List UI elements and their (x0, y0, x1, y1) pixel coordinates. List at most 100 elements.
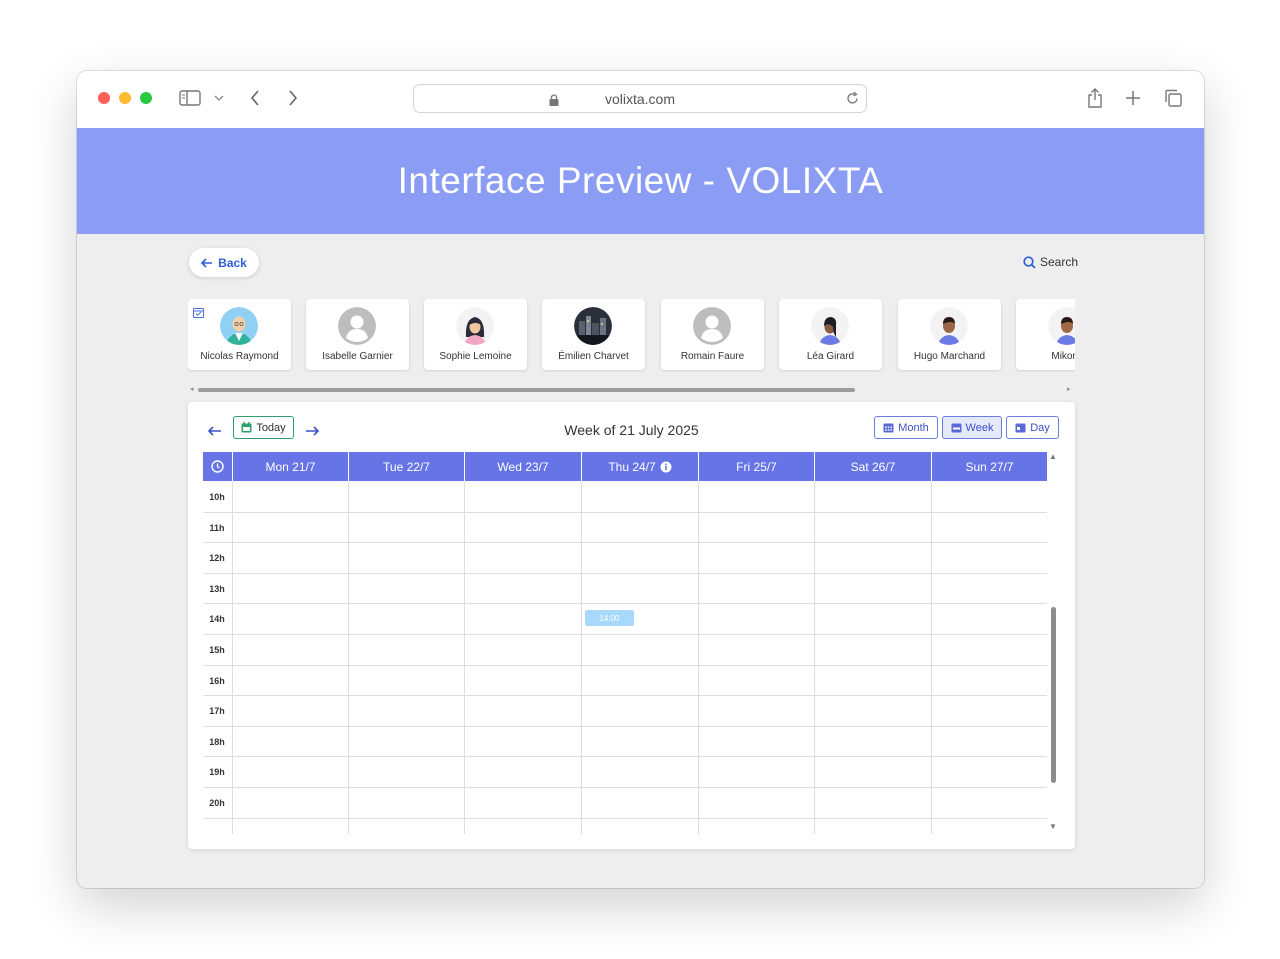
grid-column-line (581, 481, 582, 834)
day-view-button[interactable]: Day (1006, 416, 1059, 439)
calendar-check-icon (193, 305, 204, 323)
banner-title: Interface Preview - VOLIXTA (397, 160, 884, 201)
staff-selector: Nicolas Raymond Isabelle Garnier Sophie … (188, 299, 1075, 372)
day-label: Day (1030, 421, 1050, 434)
staff-card-nicolas-raymond[interactable]: Nicolas Raymond (188, 299, 291, 370)
staff-card-lea-girard[interactable]: Léa Girard (779, 299, 882, 370)
grid-row-line (203, 695, 1047, 697)
arrow-left-icon (201, 257, 213, 268)
hour-label: 20h (209, 798, 225, 808)
close-window-button[interactable] (98, 92, 110, 104)
calendar-panel: Today Week of 21 July 2025 Month Week Da… (188, 402, 1075, 849)
hour-label: 19h (209, 767, 225, 778)
sidebar-toggle-icon[interactable] (178, 87, 202, 109)
search-button[interactable]: Search (1023, 255, 1078, 269)
grid-row-line (203, 572, 1047, 574)
grid-row-line (203, 511, 1047, 513)
hour-label: 10h (209, 492, 225, 502)
back-button[interactable]: Back (189, 248, 259, 277)
reload-icon[interactable] (845, 91, 860, 111)
day-header-thu: Thu 24/7 (581, 452, 698, 481)
event-chip[interactable]: 14:00 (585, 610, 634, 627)
calendar-week-icon (951, 423, 962, 433)
tab-overview-icon[interactable] (1163, 87, 1183, 109)
day-header-sun: Sun 27/7 (931, 452, 1047, 481)
staff-name: Hugo Marchand (913, 351, 986, 362)
staff-name: Sophie Lemoine (439, 351, 512, 362)
address-bar[interactable]: volixta.com (413, 84, 867, 113)
scrollbar-thumb[interactable] (1051, 607, 1056, 783)
hour-label: 18h (209, 736, 225, 747)
scrollbar-thumb[interactable] (198, 388, 855, 392)
calendar-day-icon (1015, 423, 1026, 433)
staff-card-sophie-lemoine[interactable]: Sophie Lemoine (424, 299, 527, 370)
grid-row-line (203, 817, 1047, 819)
day-header-tue: Tue 22/7 (348, 452, 464, 481)
hour-label: 17h (209, 706, 225, 717)
hour-label: 12h (209, 553, 225, 564)
staff-name: Nicolas Raymond (200, 351, 279, 362)
zoom-window-button[interactable] (140, 92, 152, 104)
staff-card-mikon2[interactable]: Mikon2 (1016, 299, 1075, 370)
grid-row-line (203, 634, 1047, 635)
calendar-vertical-scrollbar[interactable]: ▲ ▼ (1048, 452, 1060, 834)
url-text: volixta.com (604, 91, 676, 107)
forward-nav-icon[interactable] (285, 87, 301, 109)
woman-avatar (811, 307, 849, 345)
woman-avatar (456, 307, 494, 345)
back-nav-icon[interactable] (247, 87, 263, 109)
grid-row-line (203, 664, 1047, 666)
grid-header: Mon 21/7 Tue 22/7 Wed 23/7 Thu 24/7 Fri … (203, 452, 1047, 481)
back-button-label: Back (218, 255, 247, 270)
scroll-left-arrow-icon[interactable]: ◂ (190, 386, 194, 393)
chevron-down-icon[interactable] (213, 87, 225, 109)
browser-toolbar: volixta.com (77, 71, 1204, 129)
minimize-window-button[interactable] (119, 92, 131, 104)
hour-label: 11h (209, 522, 225, 533)
day-header-label: Wed 23/7 (497, 459, 549, 474)
hour-label: 16h (209, 675, 225, 686)
month-view-button[interactable]: Month (874, 416, 938, 439)
man-avatar (1048, 307, 1075, 345)
grid-column-line (698, 481, 699, 834)
week-view-button[interactable]: Week (942, 416, 1002, 439)
day-header-fri: Fri 25/7 (698, 452, 814, 481)
grid-row-line (203, 756, 1047, 758)
grid-column-line (464, 481, 465, 834)
staff-card-romain-faure[interactable]: Romain Faure (661, 299, 764, 370)
scroll-up-arrow-icon[interactable]: ▲ (1049, 452, 1057, 461)
staff-name: Mikon2 (1051, 351, 1075, 362)
scroll-down-arrow-icon[interactable]: ▼ (1049, 822, 1057, 831)
man-avatar (930, 307, 968, 345)
scroll-right-arrow-icon[interactable]: ▸ (1067, 386, 1071, 393)
week-grid: Mon 21/7 Tue 22/7 Wed 23/7 Thu 24/7 Fri … (203, 452, 1047, 834)
grid-column-line (232, 481, 233, 834)
day-header-mon: Mon 21/7 (232, 452, 348, 481)
info-icon[interactable] (660, 461, 672, 473)
staff-card-hugo-marchand[interactable]: Hugo Marchand (898, 299, 1001, 370)
staff-card-isabelle-garnier[interactable]: Isabelle Garnier (306, 299, 409, 370)
grid-column-line (814, 481, 815, 834)
staff-name: Romain Faure (680, 351, 745, 362)
clock-icon (203, 452, 232, 481)
day-header-wed: Wed 23/7 (464, 452, 581, 481)
grid-row-line (203, 603, 1047, 605)
default-avatar-icon (693, 307, 731, 345)
staff-horizontal-scrollbar[interactable]: ◂ ▸ (188, 386, 1075, 393)
month-label: Month (898, 421, 929, 434)
staff-name: Léa Girard (806, 351, 855, 362)
staff-card-emilien-charvet[interactable]: Émilien Charvet (542, 299, 645, 370)
grid-column-line (348, 481, 349, 834)
browser-window: volixta.com Interface Preview - VOLIXTA … (77, 71, 1204, 888)
share-icon[interactable] (1086, 87, 1104, 109)
staff-name: Émilien Charvet (558, 351, 629, 362)
new-tab-icon[interactable] (1124, 87, 1142, 109)
hour-label: 13h (209, 583, 225, 594)
staff-name: Isabelle Garnier (322, 351, 393, 362)
day-header-label: Thu 24/7 (608, 459, 656, 474)
calendar-grid-icon (883, 423, 894, 433)
doctor-avatar (220, 307, 258, 345)
photo-avatar (574, 307, 612, 345)
day-header-sat: Sat 26/7 (814, 452, 931, 481)
search-icon (1023, 255, 1036, 269)
